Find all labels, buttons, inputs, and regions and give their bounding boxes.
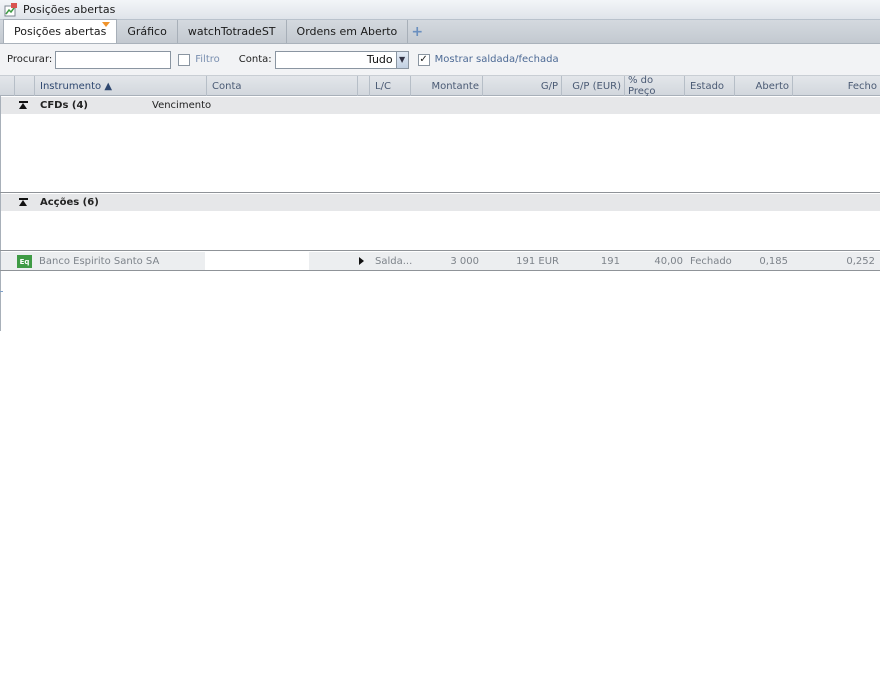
header-status[interactable]: Estado <box>685 76 735 96</box>
header-close[interactable]: Fecho <box>793 76 880 96</box>
tab-label: Ordens em Aberto <box>296 25 398 38</box>
window-title: Posições abertas <box>23 3 116 16</box>
header-long-short[interactable]: L/C <box>370 76 411 96</box>
cell-close: 0,252 <box>846 255 875 267</box>
collapse-icon[interactable] <box>19 101 28 110</box>
tab-chart[interactable]: Gráfico <box>117 20 178 43</box>
group-title: Acções (6) <box>40 197 99 208</box>
tab-bar: Posições abertas Gráfico watchTotradeST … <box>0 19 880 44</box>
app-icon <box>4 2 18 17</box>
header-pl[interactable]: G/P <box>483 76 562 96</box>
filter-label[interactable]: Filtro <box>195 54 220 65</box>
header-spacer-2 <box>358 76 370 96</box>
cell-pl-eur: 191 <box>600 255 620 267</box>
row-divider <box>0 270 880 271</box>
cell-long-short: Salda... <box>375 255 413 267</box>
grid-left-border <box>0 96 1 331</box>
add-tab-plus-icon[interactable]: + <box>408 20 426 43</box>
search-label: Procurar: <box>7 54 53 65</box>
filter-checkbox[interactable] <box>178 53 191 66</box>
group-row-cfds: CFDs (4) Vencimento <box>1 97 880 114</box>
redacted-account-area <box>205 252 309 270</box>
header-pl-eur[interactable]: G/P (EUR) <box>562 76 625 96</box>
chevron-down-icon[interactable]: ▼ <box>395 51 408 68</box>
left-edge-marker <box>0 291 3 292</box>
account-select[interactable]: Tudo ▼ <box>274 50 409 69</box>
tab-label: Gráfico <box>127 25 167 38</box>
cell-pct-price: 40,00 <box>654 255 683 267</box>
group-subtitle: Vencimento <box>152 100 212 111</box>
account-select-value: Tudo <box>366 53 393 66</box>
table-row[interactable]: Eq Banco Espirito Santo SA Salda... 3 00… <box>1 252 880 270</box>
group-divider <box>0 192 880 193</box>
expand-arrow-icon[interactable] <box>359 257 364 265</box>
show-closed-checkbox[interactable]: ✓ <box>417 53 430 66</box>
equity-instrument-icon: Eq <box>17 255 32 268</box>
header-spacer <box>0 76 15 96</box>
header-instrument[interactable]: Instrumento ▲ <box>35 76 207 96</box>
header-amount[interactable]: Montante <box>411 76 483 96</box>
cell-pl: 191 EUR <box>516 255 559 267</box>
header-open[interactable]: Aberto <box>735 76 793 96</box>
cell-open: 0,185 <box>759 255 788 267</box>
tab-label: watchTotradeST <box>187 25 276 38</box>
tab-open-orders[interactable]: Ordens em Aberto <box>287 20 409 43</box>
account-label: Conta: <box>238 54 272 65</box>
collapse-icon[interactable] <box>19 198 28 207</box>
show-closed-label[interactable]: Mostrar saldada/fechada <box>435 54 559 65</box>
tab-label: Posições abertas <box>14 25 107 38</box>
grid-header: Instrumento ▲ Conta L/C Montante G/P G/P… <box>0 75 880 97</box>
window-titlebar: Posições abertas <box>0 0 880 20</box>
header-icon-column[interactable] <box>15 76 35 96</box>
cell-amount: 3 000 <box>450 255 479 267</box>
cell-status: Fechado <box>690 255 732 267</box>
cell-instrument: Banco Espirito Santo SA <box>39 255 160 267</box>
tab-watchlist[interactable]: watchTotradeST <box>178 20 287 43</box>
header-account[interactable]: Conta <box>207 76 358 96</box>
filter-toolbar: Procurar: Filtro Conta: Tudo ▼ ✓ Mostrar… <box>0 44 880 76</box>
group-row-shares: Acções (6) <box>1 194 880 211</box>
tab-open-positions[interactable]: Posições abertas <box>3 19 118 43</box>
group-title: CFDs (4) <box>40 100 89 111</box>
header-pct-price[interactable]: % do Preço <box>625 75 685 97</box>
search-input[interactable] <box>55 50 172 69</box>
group-divider <box>0 250 880 251</box>
checkmark-icon: ✓ <box>419 53 428 65</box>
tab-menu-icon[interactable] <box>102 22 111 27</box>
